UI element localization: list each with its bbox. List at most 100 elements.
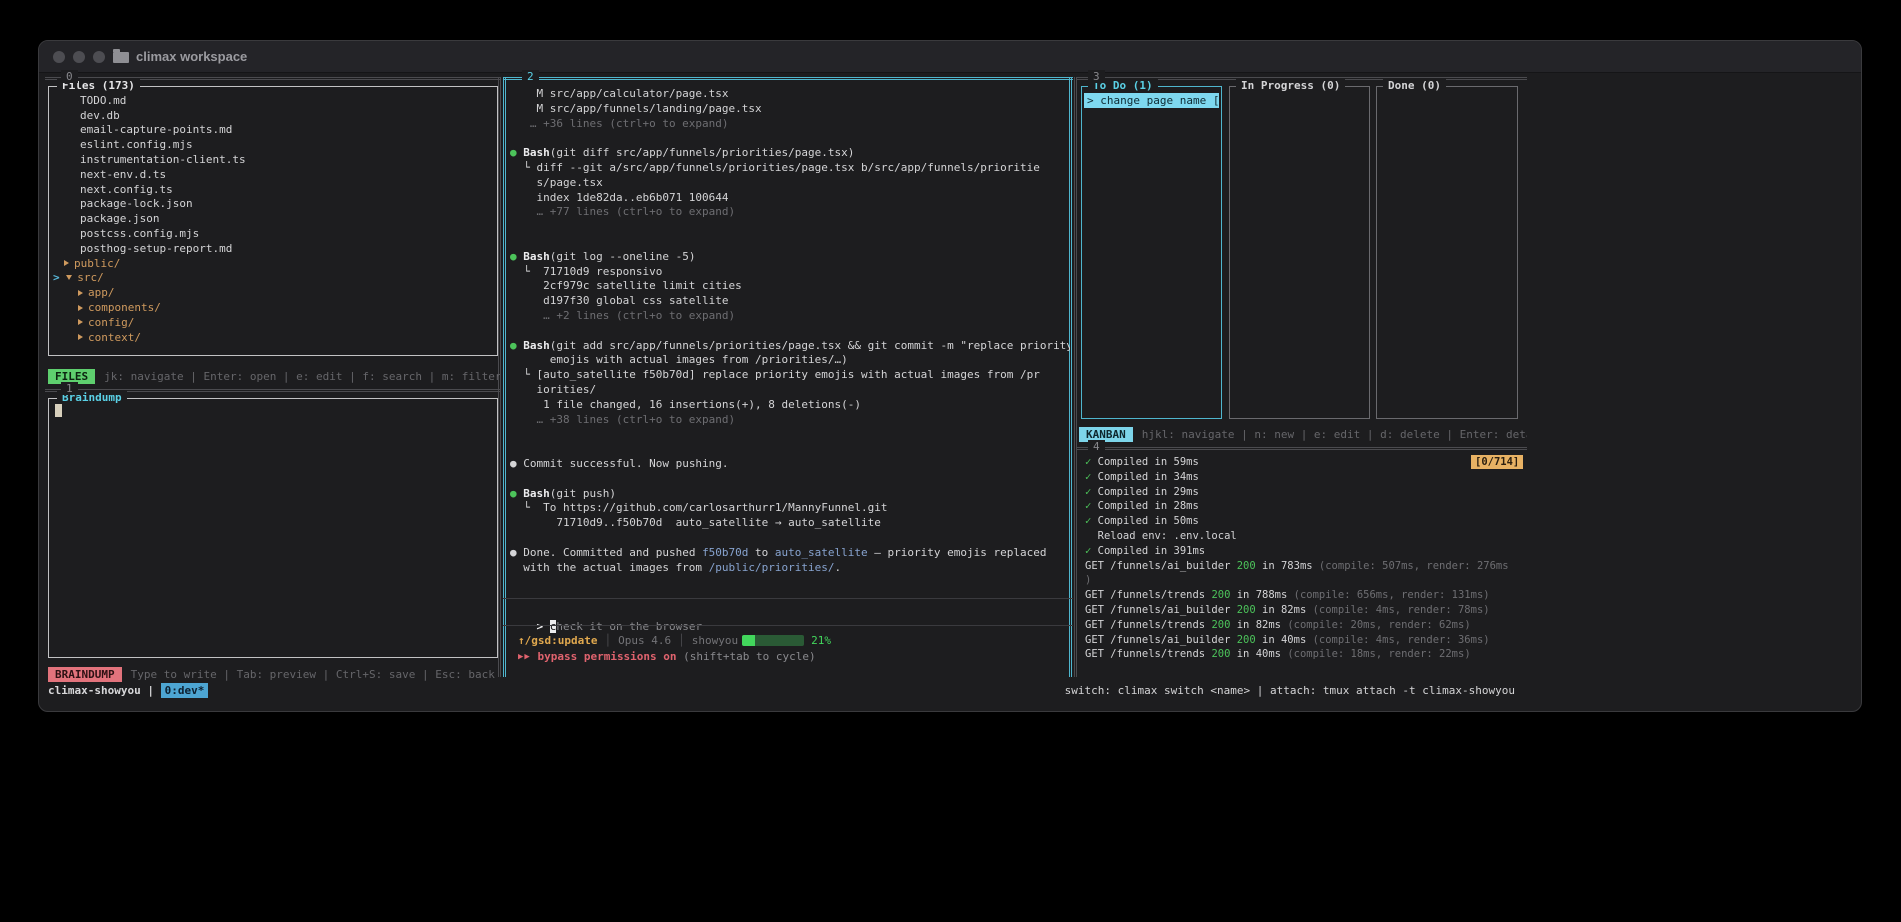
file-name: context/ <box>88 331 141 344</box>
devserver-log: ✓ Compiled in 59ms✓ Compiled in 34ms✓ Co… <box>1085 455 1527 662</box>
app-window: climax workspace 0 2 3 1 4 Files (173) T… <box>38 40 1862 712</box>
files-panel: Files (173) TODO.mddev.dbemail-capture-p… <box>48 86 498 356</box>
pane-number: 0 <box>61 70 78 83</box>
bypass-permissions-label: bypass permissions on <box>537 650 676 663</box>
terminal-line: ✓ Compiled in 59ms <box>1085 455 1527 470</box>
pane-number: 4 <box>1088 440 1105 453</box>
bypass-permissions-indicator: ▶▶ bypass permissions on (shift+tab to c… <box>518 649 816 664</box>
file-name: package.json <box>80 212 159 225</box>
chevron-right-icon <box>78 290 83 296</box>
kanban-column: In Progress (0) <box>1229 86 1370 419</box>
file-name: email-capture-points.md <box>80 123 232 136</box>
terminal-line: emojis with actual images from /prioriti… <box>510 353 1070 368</box>
prompt-text: heck it on the browser <box>556 620 702 633</box>
file-row[interactable]: next-env.d.ts <box>49 167 497 182</box>
kanban-column: To Do (1)> change page name [0 <box>1081 86 1222 419</box>
kanban-card[interactable]: > change page name [0 <box>1084 93 1219 108</box>
file-row[interactable]: TODO.md <box>49 93 497 108</box>
file-row[interactable]: postcss.config.mjs <box>49 226 497 241</box>
pane-border-vertical[interactable] <box>1074 77 1077 677</box>
file-row[interactable]: dev.db <box>49 108 497 123</box>
terminal-line: … +38 lines (ctrl+o to expand) <box>510 413 1070 428</box>
file-name: src/ <box>77 271 104 284</box>
terminal-line <box>510 235 1070 250</box>
chevron-down-icon <box>66 275 72 280</box>
file-row[interactable]: > src/ <box>49 271 497 286</box>
status-separator: │ <box>671 634 692 647</box>
file-row[interactable]: components/ <box>49 300 497 315</box>
chevron-right-icon <box>78 319 83 325</box>
pane-number: 2 <box>522 70 539 83</box>
file-row[interactable]: public/ <box>49 256 497 271</box>
terminal-line: index 1de82da..eb6b071 100644 <box>510 191 1070 206</box>
prompt-separator <box>503 625 1073 626</box>
terminal-line <box>510 442 1070 457</box>
window-tab-chip[interactable]: 0:dev* <box>161 683 209 698</box>
pane-border-top-middle <box>503 77 1073 80</box>
terminal-line: 71710d9..f50b70d auto_satellite → auto_s… <box>510 516 1070 531</box>
terminal-line: … +77 lines (ctrl+o to expand) <box>510 205 1070 220</box>
braindump-mode-badge: BRAINDUMP <box>48 667 122 682</box>
terminal-line: M src/app/calculator/page.tsx <box>510 87 1070 102</box>
file-row[interactable]: eslint.config.mjs <box>49 137 497 152</box>
terminal-line: ● Bash(git diff src/app/funnels/prioriti… <box>510 146 1070 161</box>
braindump-panel[interactable]: Braindump <box>48 398 498 658</box>
file-row[interactable]: app/ <box>49 285 497 300</box>
terminal-line: ✓ Compiled in 391ms <box>1085 544 1527 559</box>
traffic-light-close[interactable] <box>53 51 65 63</box>
up-arrow-icon: ↑ <box>518 634 525 647</box>
traffic-light-maximize[interactable] <box>93 51 105 63</box>
pane-divider-logs[interactable] <box>1077 447 1527 450</box>
fast-forward-icon: ▶▶ <box>518 652 531 662</box>
terminal-line: d197f30 global css satellite <box>510 294 1070 309</box>
terminal-line: ● Done. Committed and pushed f50b70d to … <box>510 546 1070 561</box>
terminal-line: ● Commit successful. Now pushing. <box>510 457 1070 472</box>
terminal-line: └ To https://github.com/carlosarthurr1/M… <box>510 501 1070 516</box>
claude-statusline: ↑ /gsd:update │ Opus 4.6 │ showyou 21% <box>518 633 831 648</box>
terminal-line <box>510 472 1070 487</box>
tmux-statusbar-right: switch: climax switch <name> | attach: t… <box>1065 682 1515 698</box>
file-name: TODO.md <box>80 94 126 107</box>
traffic-light-minimize[interactable] <box>73 51 85 63</box>
braindump-hints: Type to write | Tab: preview | Ctrl+S: s… <box>131 668 495 681</box>
terminal-line: with the actual images from /public/prio… <box>510 561 1070 576</box>
file-row[interactable]: next.config.ts <box>49 182 497 197</box>
terminal-line: M src/app/funnels/landing/page.tsx <box>510 102 1070 117</box>
terminal-line <box>510 427 1070 442</box>
file-row[interactable]: context/ <box>49 330 497 345</box>
file-name: app/ <box>88 286 115 299</box>
file-name: next-env.d.ts <box>80 168 166 181</box>
file-row[interactable]: package-lock.json <box>49 197 497 212</box>
pane-number: 3 <box>1088 70 1105 83</box>
file-row[interactable]: instrumentation-client.ts <box>49 152 497 167</box>
pane-number: 1 <box>61 382 78 395</box>
terminal-line: ✓ Compiled in 29ms <box>1085 485 1527 500</box>
braindump-statusbar: BRAINDUMP Type to write | Tab: preview |… <box>48 666 500 682</box>
terminal-line: GET /funnels/trends 200 in 788ms (compil… <box>1085 588 1527 603</box>
kanban-statusbar: KANBAN hjkl: navigate | n: new | e: edit… <box>1079 426 1527 442</box>
terminal-line: ● Bash(git log --oneline -5) <box>510 250 1070 265</box>
file-name: next.config.ts <box>80 183 173 196</box>
file-row[interactable]: email-capture-points.md <box>49 123 497 138</box>
selection-marker: > <box>53 271 66 284</box>
terminal-line: iorities/ <box>510 383 1070 398</box>
terminal-line: … +2 lines (ctrl+o to expand) <box>510 309 1070 324</box>
prompt-separator <box>503 598 1073 599</box>
terminal-line: ✓ Compiled in 50ms <box>1085 514 1527 529</box>
file-name: components/ <box>88 301 161 314</box>
files-hints: jk: navigate | Enter: open | e: edit | f… <box>104 370 500 383</box>
folder-icon <box>113 52 129 63</box>
terminal-line: ✓ Compiled in 28ms <box>1085 499 1527 514</box>
pane-border-vertical[interactable] <box>503 77 506 677</box>
terminal-line: ✓ Compiled in 34ms <box>1085 470 1527 485</box>
progress-percent: 21% <box>811 634 831 647</box>
kanban-column-title: In Progress (0) <box>1236 79 1345 92</box>
kanban-column-title: Done (0) <box>1383 79 1446 92</box>
file-row[interactable]: package.json <box>49 211 497 226</box>
session-name: climax-showyou | <box>48 684 161 697</box>
terminal-line <box>510 324 1070 339</box>
bypass-hint: (shift+tab to cycle) <box>683 650 815 663</box>
file-row[interactable]: posthog-setup-report.md <box>49 241 497 256</box>
file-row[interactable]: config/ <box>49 315 497 330</box>
files-statusbar: FILES jk: navigate | Enter: open | e: ed… <box>48 368 500 384</box>
